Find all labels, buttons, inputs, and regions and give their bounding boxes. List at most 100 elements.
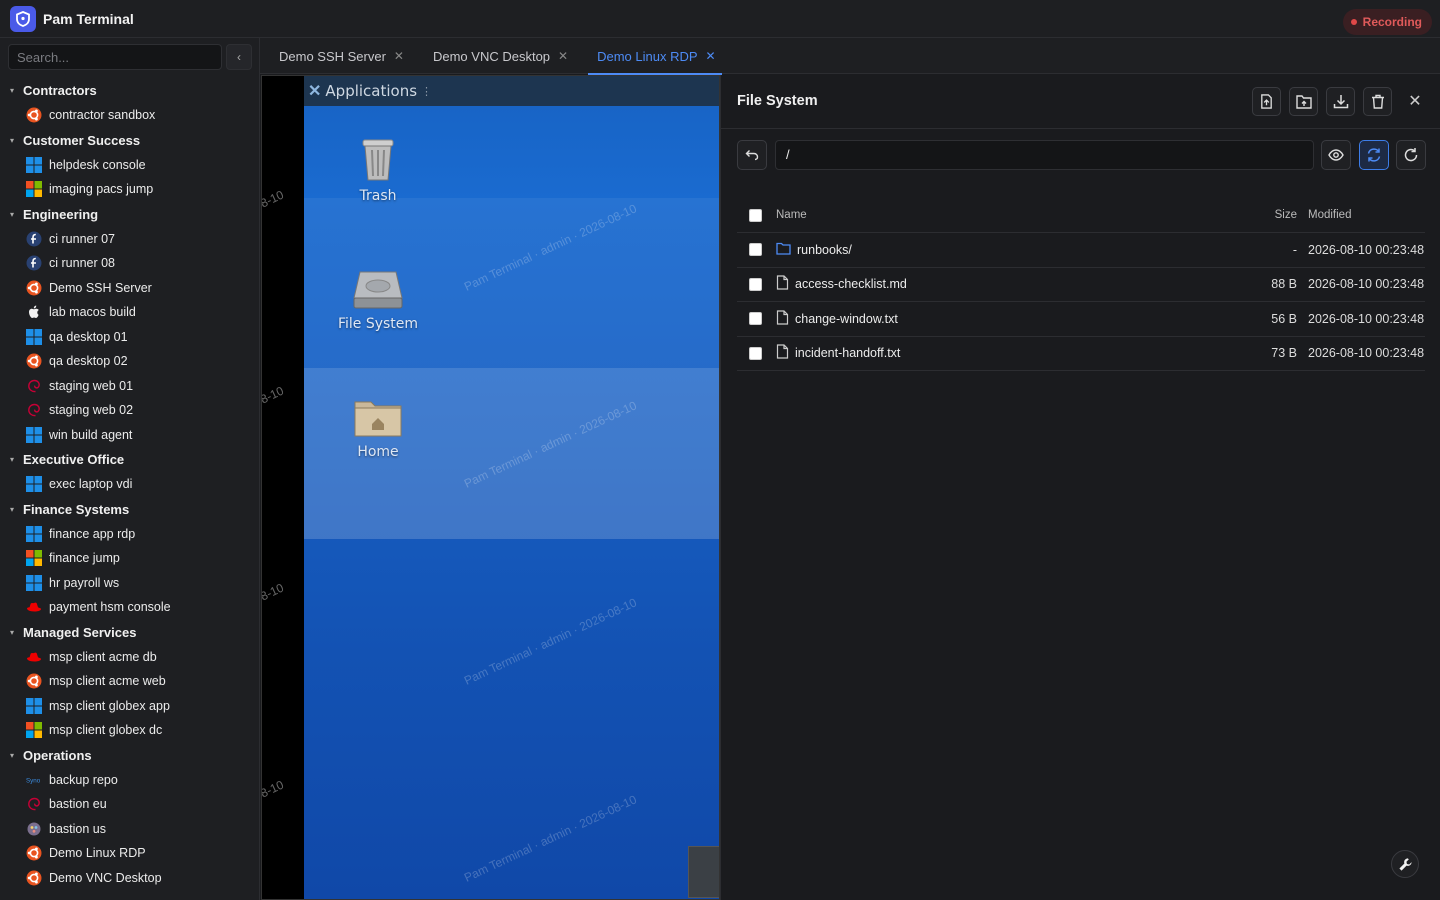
delete-button[interactable]	[1363, 87, 1392, 116]
file-name-cell[interactable]: change-window.txt	[776, 310, 898, 328]
tree-item-label: contractor sandbox	[49, 108, 156, 123]
tree-item[interactable]: Demo VNC Desktop	[0, 866, 259, 891]
collapse-sidebar-button[interactable]: ‹	[226, 44, 252, 70]
column-size-header[interactable]: Size	[1275, 209, 1297, 221]
tree-item-label: staging web 01	[49, 378, 134, 393]
recording-badge: Recording	[1342, 9, 1432, 35]
upload-folder-button[interactable]	[1289, 87, 1318, 116]
file-row[interactable]: runbooks/ -2026-08-10 00:23:48	[737, 233, 1425, 268]
close-tab-icon[interactable]: ✕	[558, 49, 568, 63]
desktop-icon-trash[interactable]: Trash	[333, 134, 423, 204]
file-row[interactable]: incident-handoff.txt 73 B 2026-08-10 00:23…	[737, 337, 1425, 371]
session-tab[interactable]: Demo Linux RDP ✕	[578, 38, 726, 75]
tree-item[interactable]: qa desktop 01	[0, 325, 259, 350]
tree-item[interactable]: msp client acme db	[0, 645, 259, 670]
file-row[interactable]: access-checklist.md 88 B 2026-08-10 00:23:…	[737, 268, 1425, 302]
file-name-cell[interactable]: incident-handoff.txt	[776, 344, 900, 362]
tree-group[interactable]: ▾ Managed Services	[0, 620, 259, 645]
tree-item[interactable]: bastion eu	[0, 792, 259, 817]
close-tab-icon[interactable]: ✕	[394, 49, 404, 63]
tree-item[interactable]: win build agent	[0, 423, 259, 448]
session-tab[interactable]: Demo VNC Desktop ✕	[414, 38, 578, 74]
file-name-cell[interactable]: runbooks/	[776, 242, 852, 258]
tree-group[interactable]: ▾ Finance Systems	[0, 497, 259, 522]
ubuntu-icon	[26, 280, 42, 296]
tree-group-label: Customer Success	[23, 132, 141, 148]
applications-menu[interactable]: ✕ Applications ⋮	[304, 76, 719, 106]
tree-item[interactable]: ci runner 07	[0, 227, 259, 252]
tree-item-label: Demo Linux RDP	[49, 846, 146, 861]
tree-item[interactable]: staging web 01	[0, 374, 259, 399]
upload-file-button[interactable]	[1252, 87, 1281, 116]
tree-item[interactable]: finance jump	[0, 546, 259, 571]
desktop-background: Trash File System Home Pam Terminal · ad…	[304, 76, 719, 899]
tree-item[interactable]: bastion us	[0, 817, 259, 842]
tree-group-label: Operations	[23, 747, 92, 763]
chevron-left-icon: ‹	[237, 50, 241, 64]
top-bar: Pam Terminal Recording	[0, 0, 1440, 38]
tree-item[interactable]: finance app rdp	[0, 522, 259, 547]
close-tab-icon[interactable]: ✕	[706, 49, 716, 63]
watermark: Pam Terminal · admin · 2026-08-10	[462, 595, 639, 688]
tree-item[interactable]: ci runner 08	[0, 251, 259, 276]
tree-group[interactable]: ▾ Contractors	[0, 78, 259, 103]
tree-group[interactable]: ▾ Customer Success	[0, 128, 259, 153]
sync-button[interactable]	[1359, 140, 1389, 170]
caret-down-icon: ▾	[10, 504, 15, 514]
window-thumbnail[interactable]	[688, 846, 719, 898]
refresh-button[interactable]	[1396, 140, 1426, 170]
tree-item[interactable]: exec laptop vdi	[0, 472, 259, 497]
tree-item[interactable]: payment hsm console	[0, 595, 259, 620]
file-name-cell[interactable]: access-checklist.md	[776, 275, 907, 293]
tree-item[interactable]: Demo SSH Server	[0, 276, 259, 301]
tree-group[interactable]: ▾ Engineering	[0, 202, 259, 227]
tree-item[interactable]: lab macos build	[0, 300, 259, 325]
tree-item[interactable]: msp client globex app	[0, 694, 259, 719]
tree-item[interactable]: Demo Linux RDP	[0, 841, 259, 866]
toggle-hidden-button[interactable]	[1321, 140, 1351, 170]
tree-item[interactable]: Syno backup repo	[0, 768, 259, 793]
path-input[interactable]: /	[775, 140, 1314, 170]
caret-down-icon: ▾	[10, 135, 15, 145]
tools-button[interactable]	[1391, 850, 1419, 878]
row-checkbox[interactable]	[749, 312, 762, 326]
tree-item[interactable]: msp client globex dc	[0, 718, 259, 743]
row-checkbox[interactable]	[749, 346, 762, 360]
download-button[interactable]	[1326, 87, 1355, 116]
tree-group[interactable]: ▾ Executive Office	[0, 447, 259, 472]
file-size: 73 B	[1271, 346, 1297, 361]
session-tab-label: Demo SSH Server	[279, 48, 386, 64]
remote-desktop-view[interactable]: Trash File System Home Pam Terminal · ad…	[261, 75, 720, 900]
watermark-edge: 8-10	[261, 580, 286, 604]
tree-item[interactable]: msp client acme web	[0, 669, 259, 694]
column-modified-header[interactable]: Modified	[1308, 209, 1351, 221]
desktop-icon-file-system[interactable]: File System	[333, 268, 423, 332]
svg-text:Syno: Syno	[26, 777, 41, 784]
column-name-header[interactable]: Name	[776, 209, 807, 221]
go-back-button[interactable]	[737, 140, 767, 170]
folder-icon	[776, 242, 791, 258]
tree-item[interactable]: hr payroll ws	[0, 571, 259, 596]
tree-group[interactable]: ▾ Operations	[0, 743, 259, 768]
xfce-icon: ✕	[308, 83, 322, 100]
tree-item-label: msp client acme db	[49, 649, 157, 664]
tree-item[interactable]: helpdesk console	[0, 153, 259, 178]
tree-item[interactable]: imaging pacs jump	[0, 177, 259, 202]
file-size: -	[1292, 242, 1297, 257]
file-name: incident-handoff.txt	[795, 346, 901, 361]
tree-item[interactable]: contractor sandbox	[0, 103, 259, 128]
row-checkbox[interactable]	[749, 277, 762, 291]
tree-item[interactable]: staging web 02	[0, 398, 259, 423]
search-input[interactable]	[9, 45, 221, 69]
session-tab[interactable]: Demo SSH Server ✕	[260, 38, 414, 74]
fedora-icon	[26, 255, 42, 271]
row-checkbox[interactable]	[749, 243, 762, 257]
watermark-edge: 8-10	[261, 187, 286, 211]
shield-logo-icon	[10, 6, 36, 32]
trash-icon	[362, 139, 394, 181]
tree-item[interactable]: qa desktop 02	[0, 349, 259, 374]
select-all-checkbox[interactable]	[749, 208, 762, 222]
close-panel-button[interactable]: ✕	[1405, 91, 1425, 111]
file-row[interactable]: change-window.txt 56 B 2026-08-10 00:23:48	[737, 302, 1425, 337]
desktop-icon-home[interactable]: Home	[333, 396, 423, 460]
